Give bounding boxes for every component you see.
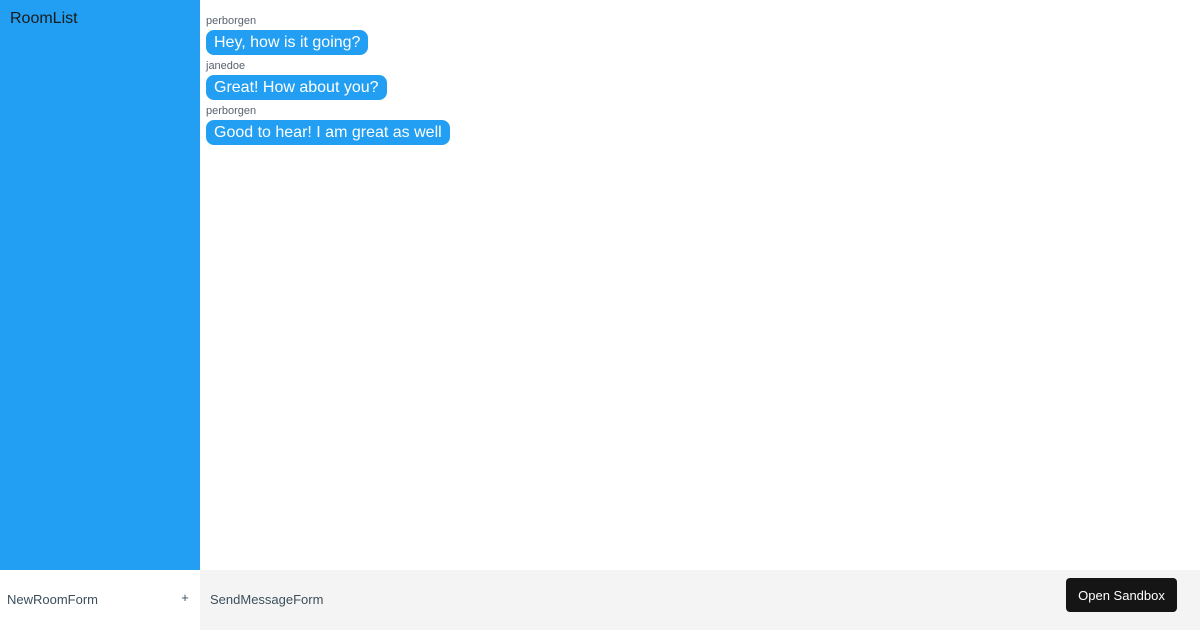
message: perborgen Hey, how is it going?: [206, 15, 1194, 55]
message-username: perborgen: [206, 105, 257, 117]
send-message-form-label[interactable]: SendMessageForm: [210, 592, 323, 607]
send-message-form: SendMessageForm: [200, 570, 1200, 630]
message-bubble: Great! How about you?: [206, 75, 387, 100]
message-list: perborgen Hey, how is it going? janedoe …: [200, 0, 1200, 570]
plus-icon[interactable]: +: [178, 590, 192, 608]
open-sandbox-button[interactable]: Open Sandbox: [1066, 578, 1177, 612]
message: perborgen Good to hear! I am great as we…: [206, 105, 1194, 145]
message-bubble: Good to hear! I am great as well: [206, 120, 450, 145]
message-bubble: Hey, how is it going?: [206, 30, 369, 55]
message: janedoe Great! How about you?: [206, 60, 1194, 100]
message-username: perborgen: [206, 15, 257, 27]
chat-app: RoomList perborgen Hey, how is it going?…: [0, 0, 1200, 630]
room-list: RoomList: [0, 0, 200, 570]
message-username: janedoe: [206, 60, 246, 72]
room-list-title: RoomList: [10, 10, 78, 27]
new-room-form-label[interactable]: NewRoomForm: [7, 592, 98, 607]
new-room-form: NewRoomForm +: [0, 570, 200, 630]
